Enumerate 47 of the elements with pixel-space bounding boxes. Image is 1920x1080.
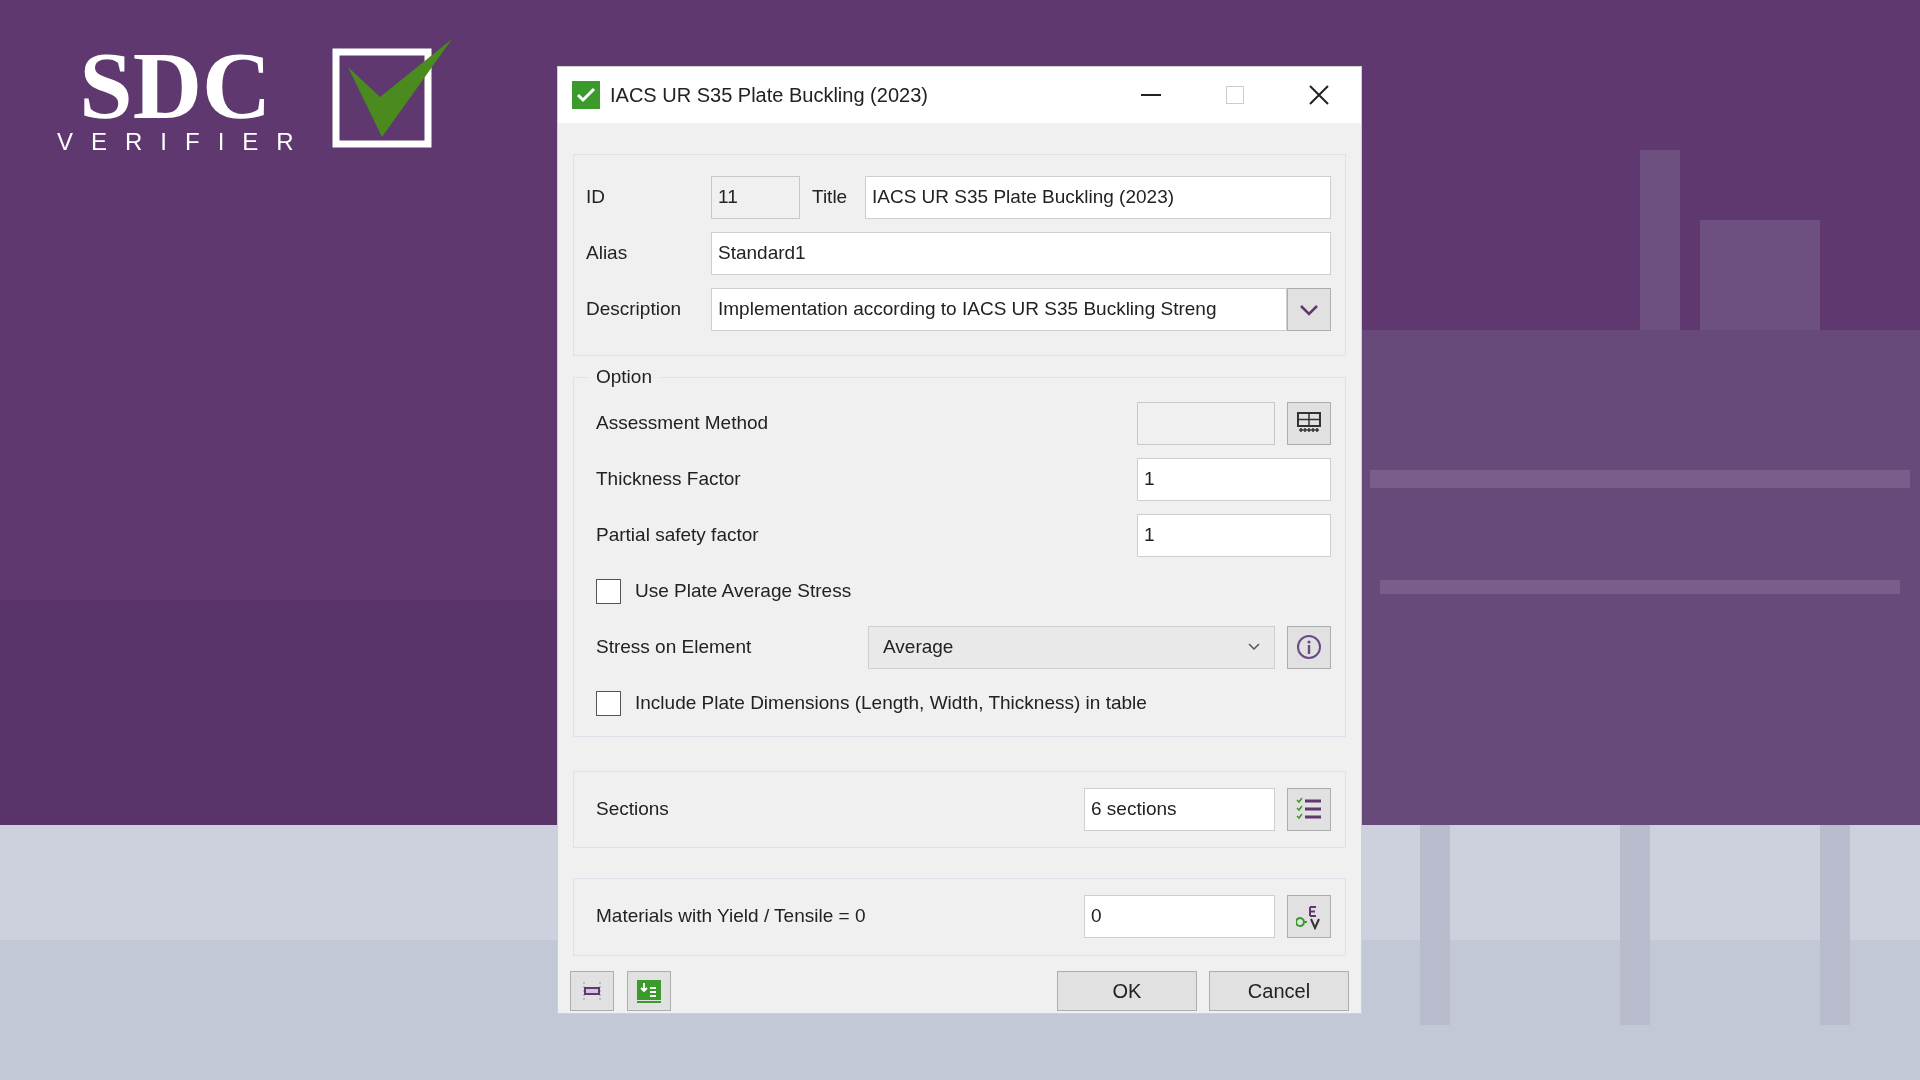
group-legend: Option — [588, 363, 660, 392]
field-label: Alias — [586, 241, 629, 266]
save-button[interactable] — [627, 970, 671, 1011]
field-label: Partial safety factor — [596, 522, 759, 547]
logo-wordmark: SDC — [79, 44, 272, 128]
checkmark-app-icon — [572, 81, 600, 109]
text-field[interactable]: 1 — [1137, 513, 1331, 557]
window-title: IACS UR S35 Plate Buckling (2023) — [610, 83, 928, 108]
chevron-down-icon — [1248, 643, 1260, 651]
resize-icon — [581, 981, 603, 1000]
field-label: Title — [812, 185, 849, 210]
checkbox-label: Include Plate Dimensions (Length, Width, Thickness) in table — [635, 690, 1147, 715]
field-label: Thickness Factor — [596, 466, 741, 491]
text-field[interactable]: 1 — [1137, 457, 1331, 501]
dropdown[interactable]: Average — [868, 625, 1275, 669]
text-field[interactable]: Standard1 — [711, 232, 1331, 275]
logo-tagline: VERIFIER — [56, 128, 312, 156]
table-button[interactable] — [1287, 401, 1331, 445]
close-icon — [1309, 85, 1329, 105]
text-field[interactable]: 0 — [1084, 895, 1275, 938]
maximize-icon — [1226, 86, 1244, 104]
checkbox-label: Use Plate Average Stress — [635, 578, 852, 603]
field-label: Assessment Method — [596, 410, 769, 435]
resize-button[interactable] — [570, 970, 614, 1011]
dropdown-button[interactable] — [1287, 288, 1331, 331]
material-button[interactable] — [1287, 895, 1331, 938]
text-field[interactable]: IACS UR S35 Plate Buckling (2023) — [865, 176, 1331, 219]
checklist-button[interactable] — [1287, 787, 1331, 831]
minimize-icon — [1141, 94, 1161, 96]
text-field[interactable]: 6 sections — [1084, 787, 1275, 831]
checklist-icon — [1296, 797, 1322, 821]
material-icon — [1296, 903, 1322, 930]
dialog-button[interactable]: Cancel — [1209, 970, 1349, 1011]
field-label: Materials with Yield / Tensile = 0 — [596, 904, 866, 929]
field-label: Description — [586, 297, 683, 322]
text-field[interactable]: Implementation according to IACS UR S35 Buckling Streng — [711, 288, 1287, 331]
table-icon — [1297, 412, 1321, 434]
info-button[interactable] — [1287, 625, 1331, 669]
info-icon — [1296, 634, 1322, 660]
field-label: ID — [586, 185, 606, 210]
field-label: Sections — [596, 796, 669, 821]
checkbox[interactable] — [596, 690, 621, 716]
chevron-down-icon — [1299, 303, 1319, 316]
download-icon — [636, 978, 662, 1003]
checkbox[interactable] — [596, 578, 621, 604]
field-label: Stress on Element — [596, 634, 753, 659]
dialog-button[interactable]: OK — [1057, 970, 1197, 1011]
